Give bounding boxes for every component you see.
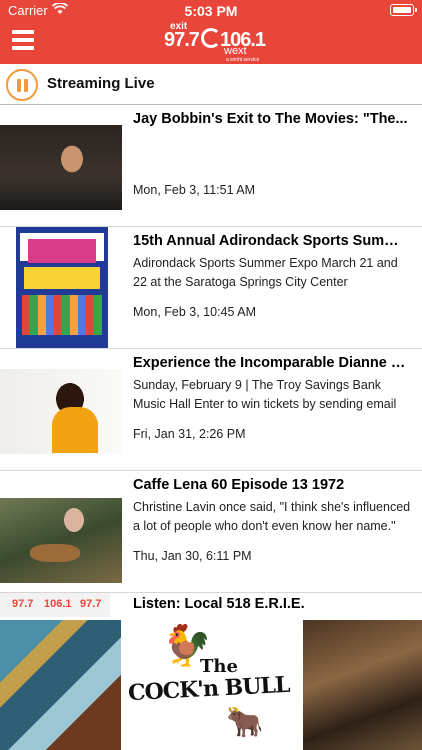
- app-header: Carrier 5:03 PM exit 97.7 exit 106.1 wex…: [0, 0, 422, 64]
- thumbnail-image: [16, 227, 108, 348]
- item-description: Christine Lavin once said, "I think she'…: [133, 500, 411, 533]
- battery-icon: [390, 4, 417, 16]
- thumbnail-image: [0, 369, 122, 454]
- thumb-freq-right: 97.7: [80, 598, 102, 610]
- list-item[interactable]: Caffe Lena 60 Episode 13 1972 Christine …: [0, 471, 422, 593]
- status-time: 5:03 PM: [184, 3, 238, 19]
- featured-image-collage[interactable]: 🐓 The COCK'n BULL 🐂: [0, 620, 422, 750]
- thumbnail-image: [0, 125, 122, 210]
- logo-tagline: a wmht service: [226, 57, 260, 63]
- item-title: Caffe Lena 60 Episode 13 1972: [133, 477, 345, 493]
- list-item[interactable]: Jay Bobbin's Exit to The Movies: "The...…: [0, 105, 422, 227]
- item-date: Mon, Feb 3, 10:45 AM: [133, 305, 256, 319]
- list-item[interactable]: 15th Annual Adirondack Sports Summe... A…: [0, 227, 422, 349]
- hamburger-menu-icon[interactable]: [12, 30, 34, 50]
- item-title: Experience the Incomparable Dianne R...: [133, 355, 411, 371]
- player-bar: Streaming Live: [0, 64, 422, 105]
- logo-cock-n-bull: COCK'n BULL: [127, 671, 290, 707]
- streaming-label: Streaming Live: [47, 75, 155, 92]
- stained-glass-image: [0, 620, 121, 750]
- thumb-freq-left: 97.7: [12, 598, 34, 610]
- item-title: 15th Annual Adirondack Sports Summe...: [133, 233, 411, 249]
- item-description: Sunday, February 9 | The Troy Savings Ba…: [133, 378, 397, 411]
- pause-icon[interactable]: [6, 69, 38, 101]
- item-date: Thu, Jan 30, 6:11 PM: [133, 549, 252, 563]
- logo-station: wext: [224, 45, 247, 57]
- bull-icon: 🐂: [226, 706, 264, 739]
- item-title: Jay Bobbin's Exit to The Movies: "The...: [133, 111, 408, 127]
- item-date: Fri, Jan 31, 2:26 PM: [133, 427, 246, 441]
- logo-swirl-icon: [201, 28, 221, 48]
- logo-freq-left: 97.7: [164, 29, 200, 51]
- station-logo: exit 97.7 exit 106.1 wext a wmht service: [164, 18, 266, 64]
- thumb-freq-mid: 106.1: [44, 598, 72, 610]
- thumbnail-image: [0, 498, 122, 583]
- item-date: Mon, Feb 3, 11:51 AM: [133, 183, 256, 197]
- list-item[interactable]: Experience the Incomparable Dianne R... …: [0, 349, 422, 471]
- status-bar: Carrier 5:03 PM: [0, 0, 422, 20]
- barn-interior-image: [303, 620, 422, 750]
- item-description: Adirondack Sports Summer Expo March 21 a…: [133, 256, 398, 289]
- item-title: Listen: Local 518 E.R.I.E.: [133, 596, 305, 612]
- thumbnail-image: 97.7 106.1 97.7: [0, 593, 110, 617]
- cock-n-bull-logo: 🐓 The COCK'n BULL 🐂: [122, 620, 302, 750]
